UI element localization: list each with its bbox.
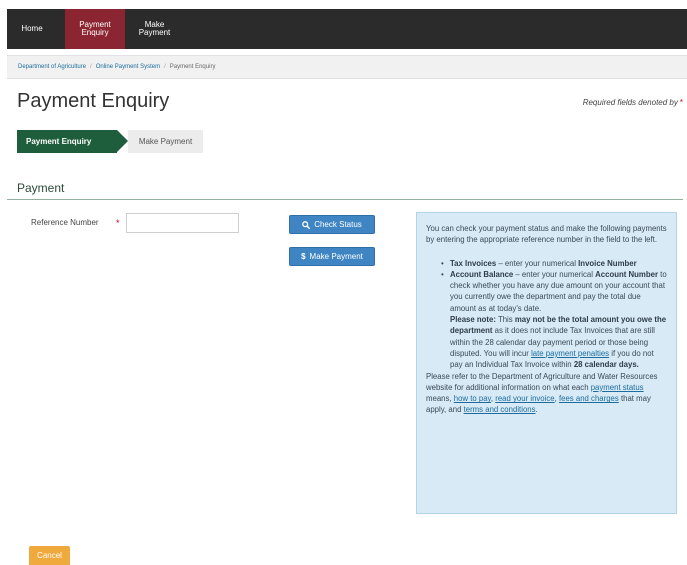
required-star: *	[679, 98, 683, 107]
step-make-payment: Make Payment	[128, 130, 203, 153]
nav-payment-enquiry[interactable]: Payment Enquiry	[65, 9, 125, 49]
nav-payment-enquiry-label: Payment Enquiry	[79, 19, 111, 37]
tax-invoices-text: – enter your numerical	[496, 258, 579, 268]
make-payment-button[interactable]: $ Make Payment	[289, 247, 375, 266]
reference-number-input[interactable]	[126, 213, 239, 233]
list-item: Tax Invoices – enter your numerical Invo…	[441, 258, 668, 270]
required-fields-note: Required fields denoted by *	[583, 98, 683, 107]
breadcrumb-separator: /	[164, 64, 166, 70]
info-intro: You can check your payment status and ma…	[426, 224, 667, 245]
breadcrumb-current: Payment Enquiry	[169, 64, 216, 70]
required-note-text: Required fields denoted by	[582, 98, 678, 107]
read-your-invoice-link[interactable]: read your invoice	[495, 394, 554, 403]
check-status-button[interactable]: Check Status	[289, 215, 375, 234]
payment-status-link[interactable]: payment status	[591, 383, 644, 392]
note-text-1: This	[495, 315, 515, 325]
info-footer: Please refer to the Department of Agricu…	[426, 371, 668, 416]
footer-text-6: .	[535, 405, 538, 415]
top-nav-bar: Home Payment Enquiry Make Payment	[7, 9, 687, 49]
section-title-payment: Payment	[17, 181, 65, 195]
breadcrumb: Department of Agriculture / Online Payme…	[7, 55, 687, 79]
invoice-number-term: Invoice Number	[578, 258, 637, 268]
nav-make-payment-label: Make Payment	[138, 19, 171, 37]
breadcrumb-separator: /	[90, 64, 92, 70]
nav-home[interactable]: Home	[12, 9, 52, 49]
tax-invoices-term: Tax Invoices	[450, 258, 497, 268]
account-balance-term: Account Balance	[450, 269, 514, 279]
breadcrumb-link-online-payment[interactable]: Online Payment System	[96, 64, 160, 70]
payment-types-list: Tax Invoices – enter your numerical Invo…	[426, 258, 668, 314]
info-panel: You can check your payment status and ma…	[416, 212, 677, 514]
step-payment-enquiry: Payment Enquiry	[17, 130, 117, 153]
section-divider	[7, 199, 683, 200]
footer-text-2: means,	[426, 394, 454, 404]
reference-required-star: *	[116, 218, 120, 228]
terms-and-conditions-link[interactable]: terms and conditions	[464, 405, 536, 414]
account-number-term: Account Number	[595, 269, 658, 279]
search-icon	[302, 220, 311, 229]
please-note: Please note: This may not be the total a…	[426, 314, 668, 370]
cancel-button[interactable]: Cancel	[29, 546, 70, 565]
step-arrow-icon	[117, 130, 128, 152]
nav-make-payment[interactable]: Make Payment	[127, 9, 182, 49]
page-title: Payment Enquiry	[17, 90, 170, 112]
account-balance-text: – enter your numerical	[513, 269, 596, 279]
late-payment-penalties-link[interactable]: late payment penalties	[531, 349, 609, 358]
list-item: Account Balance – enter your numerical A…	[441, 269, 668, 314]
how-to-pay-link[interactable]: how to pay	[454, 394, 491, 403]
note-bold-2: 28 calendar days.	[573, 360, 639, 370]
check-status-label: Check Status	[314, 220, 362, 229]
reference-number-label: Reference Number	[31, 218, 99, 227]
please-note-label: Please note:	[450, 315, 496, 325]
dollar-icon: $	[301, 252, 306, 261]
breadcrumb-link-department[interactable]: Department of Agriculture	[18, 64, 86, 70]
make-payment-label: Make Payment	[309, 252, 363, 261]
fees-and-charges-link[interactable]: fees and charges	[559, 394, 619, 403]
